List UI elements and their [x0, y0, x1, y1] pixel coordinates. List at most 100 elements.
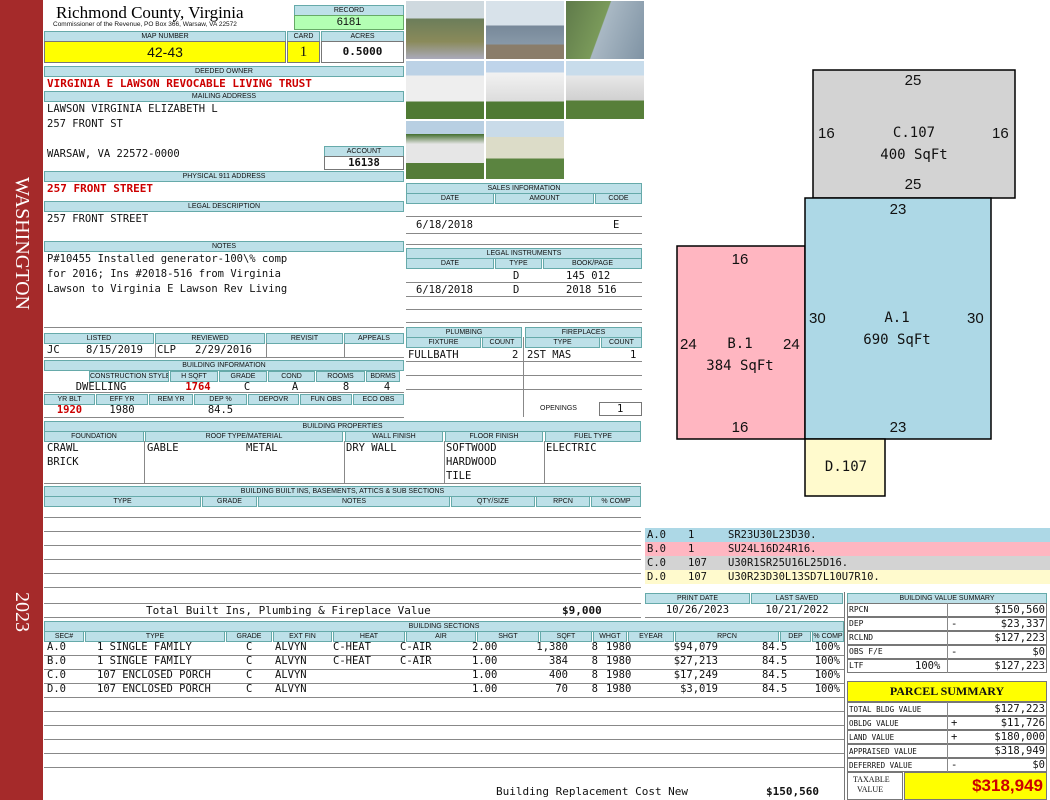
section-cell-0-11: 84.5 [762, 641, 788, 653]
section-cell-0-1: 1 SINGLE FAMILY [97, 641, 192, 653]
physical-address: 257 FRONT STREET [47, 182, 153, 195]
bvs-label-2: RCLND [849, 633, 874, 642]
instrument-type-0: D [513, 270, 520, 282]
legend-row-0 [645, 528, 1050, 542]
instruments-header-1: TYPE [495, 258, 542, 269]
building-value-4: 8 [342, 381, 350, 393]
builtins-header-2: NOTES [258, 496, 450, 507]
roof-type: GABLE [147, 442, 179, 454]
side-year: 2023 [11, 592, 33, 632]
reviewed-date: 2/29/2016 [195, 344, 252, 356]
section-cell-3-12: 100% [814, 683, 840, 695]
building-value-0: DWELLING [75, 381, 127, 393]
section-cell-1-3: ALVYN [275, 655, 307, 667]
side-title: WASHINGTON [11, 176, 33, 310]
section-cell-0-4: C-HEAT [333, 641, 371, 653]
b-area: 384 SqFt [706, 358, 774, 374]
section-cell-1-0: B.0 [47, 655, 66, 667]
instrument-type-1: D [513, 284, 520, 296]
instrument-date-1: 6/18/2018 [416, 284, 473, 296]
section-cell-2-10: $17,249 [673, 669, 718, 681]
legal-description-label: LEGAL DESCRIPTION [44, 201, 404, 212]
foundation-2: BRICK [47, 456, 79, 468]
props-header-1: ROOF TYPE/MATERIAL [145, 431, 343, 442]
b-name: B.1 [727, 336, 753, 352]
legend-n-3: 107 [688, 571, 707, 583]
bvs-label-0: RPCN [849, 605, 869, 614]
listed-label: LISTED [44, 333, 154, 344]
section-cell-2-2: C [246, 669, 253, 681]
wall-finish: DRY WALL [346, 442, 397, 454]
props-header-2: WALL FINISH [345, 431, 443, 442]
parcel-value-1: $11,726 [1000, 717, 1045, 729]
pf-header-3: COUNT [601, 337, 642, 348]
photo-bulkhead[interactable] [565, 0, 645, 60]
photo-shoreline[interactable] [405, 0, 485, 60]
section-cell-0-9: 1980 [606, 641, 632, 653]
parcel-value-3: $318,949 [994, 745, 1045, 757]
section-cell-1-12: 100% [814, 655, 840, 667]
section-cell-1-4: C-HEAT [333, 655, 371, 667]
bvs-op-4: 100% [915, 660, 941, 672]
section-cell-0-5: C-AIR [400, 641, 432, 653]
building-info-label: BUILDING INFORMATION [44, 360, 404, 371]
reviewed-by: CLP [157, 344, 176, 356]
builtins-total-value: $9,000 [562, 604, 602, 617]
bvs-value-4: $127,223 [994, 660, 1045, 672]
building-value-5: 4 [383, 381, 391, 393]
section-cell-1-9: 1980 [606, 655, 632, 667]
parcel-label-0: TOTAL BLDG VALUE [849, 705, 922, 714]
section-cell-2-11: 84.5 [762, 669, 788, 681]
builtins-total-label: Total Built Ins, Plumbing & Fireplace Va… [146, 604, 431, 617]
section-cell-3-0: D.0 [47, 683, 66, 695]
parcel-label-1: OBLDG VALUE [849, 719, 899, 728]
props-header-4: FUEL TYPE [545, 431, 641, 442]
photo-house-corner[interactable] [405, 120, 485, 180]
building-header2-2: REM YR [149, 394, 193, 405]
reviewed-label: REVIEWED [155, 333, 265, 344]
building-value-1: 1764 [185, 381, 211, 393]
legend-code-1: SU24L16D24R16. [728, 543, 817, 555]
section-line-4 [44, 711, 844, 712]
section-cell-2-0: C.0 [47, 669, 66, 681]
parcel-label-2: LAND VALUE [849, 733, 895, 742]
notes-line-1: P#10455 Installed generator-100\% comp [47, 253, 288, 265]
section-line-6 [44, 739, 844, 740]
c-area: 400 SqFt [880, 147, 948, 163]
b-right: 24 [783, 336, 800, 353]
legend-n-2: 107 [688, 557, 707, 569]
bvs-div-1 [947, 617, 948, 631]
photo-water[interactable] [485, 0, 565, 60]
commissioner-line: Commissioner of the Revenue, PO Box 366,… [53, 21, 237, 28]
mailing-line-3: WARSAW, VA 22572-0000 [47, 148, 180, 160]
section-line-5 [44, 725, 844, 726]
floor-finish-2: HARDWOOD [446, 456, 497, 468]
pf-header-0: FIXTURE [406, 337, 481, 348]
photo-house-side[interactable] [565, 60, 645, 120]
record-value: 6181 [294, 15, 404, 30]
building-sketch [676, 69, 1016, 497]
parcel-value-4: $0 [1032, 759, 1045, 771]
notes-label: NOTES [44, 241, 404, 252]
taxable-label-1: TAXABLE [853, 775, 890, 784]
instrument-bookpage-0: 145 012 [566, 270, 611, 282]
physical-address-label: PHYSICAL 911 ADDRESS [44, 171, 404, 182]
legal-description: 257 FRONT STREET [47, 213, 149, 225]
c-bottom: 25 [904, 176, 922, 193]
instruments-header-0: DATE [406, 258, 494, 269]
section-cell-3-7: 70 [555, 683, 568, 695]
fireplace-count: 1 [630, 349, 637, 361]
photo-house-front[interactable] [485, 60, 565, 120]
c-top: 25 [904, 72, 922, 89]
section-cell-1-8: 8 [591, 655, 598, 667]
section-cell-3-1: 107 ENCLOSED PORCH [97, 683, 211, 695]
legend-id-1: B.0 [647, 543, 666, 555]
photo-garage[interactable] [405, 60, 485, 120]
photo-shed[interactable] [485, 120, 565, 180]
builtins-header-4: RPCN [536, 496, 590, 507]
notes-line-3: Lawson to Virginia E Lawson Rev Living [47, 283, 288, 295]
legend-code-3: U30R23D30L13SD7L10U7R10. [728, 571, 880, 583]
fuel-type: ELECTRIC [546, 442, 597, 454]
section-cell-1-2: C [246, 655, 253, 667]
bvs-div-0 [947, 603, 948, 617]
